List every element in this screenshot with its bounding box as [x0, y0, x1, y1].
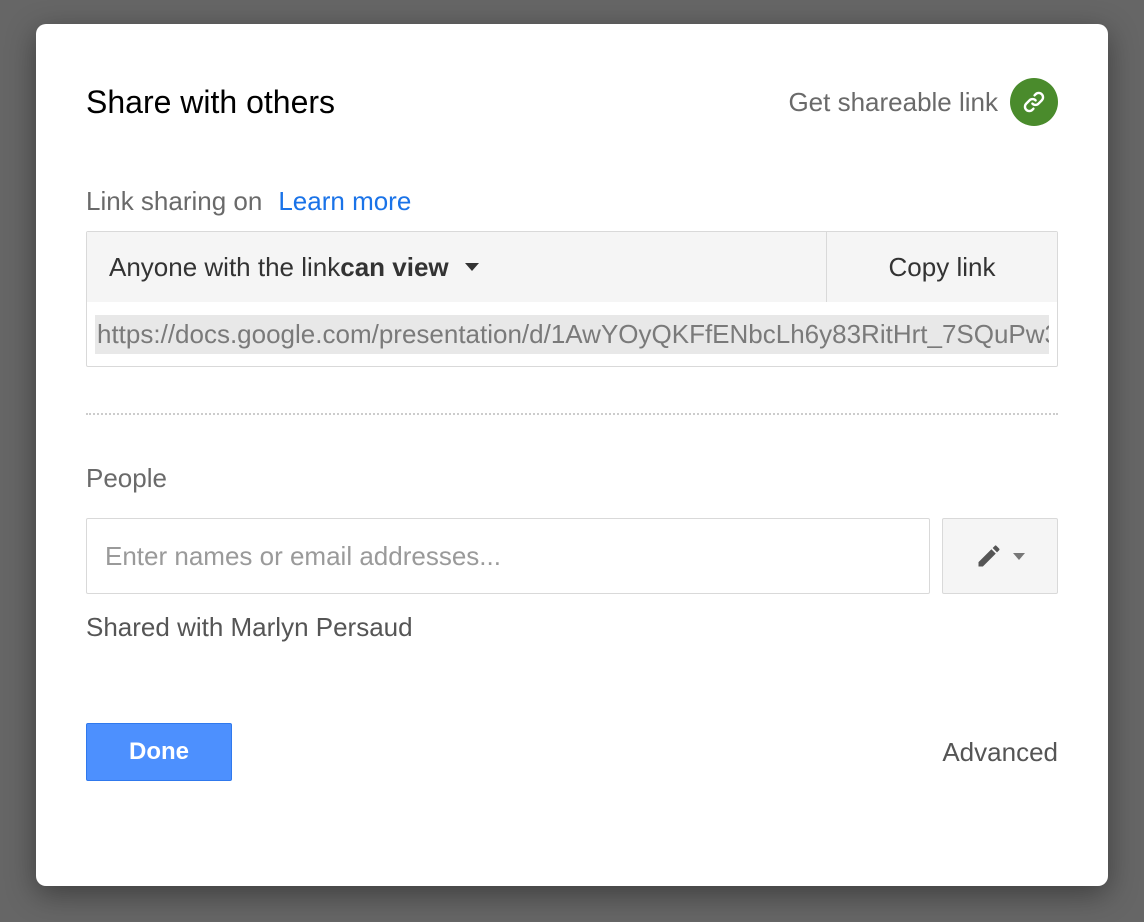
people-input-row — [86, 518, 1058, 594]
people-permission-button[interactable] — [942, 518, 1058, 594]
people-section-label: People — [86, 463, 1058, 494]
get-shareable-link-button[interactable]: Get shareable link — [788, 78, 1058, 126]
link-sharing-status-row: Link sharing on Learn more — [86, 186, 1058, 217]
chevron-down-icon — [1013, 553, 1025, 560]
learn-more-link[interactable]: Learn more — [278, 186, 411, 217]
link-permission-dropdown[interactable]: Anyone with the link can view — [87, 232, 827, 302]
pencil-icon — [975, 542, 1003, 570]
link-sharing-status: Link sharing on — [86, 186, 262, 217]
done-button[interactable]: Done — [86, 723, 232, 781]
share-url-text[interactable]: https://docs.google.com/presentation/d/1… — [95, 315, 1049, 354]
link-icon — [1010, 78, 1058, 126]
permission-level: can view — [340, 252, 448, 283]
shared-with-text: Shared with Marlyn Persaud — [86, 612, 1058, 643]
copy-link-button[interactable]: Copy link — [827, 232, 1057, 302]
advanced-link[interactable]: Advanced — [942, 737, 1058, 768]
section-divider — [86, 413, 1058, 415]
share-dialog: Share with others Get shareable link Lin… — [36, 24, 1108, 886]
permission-prefix: Anyone with the link — [109, 252, 340, 283]
dialog-title: Share with others — [86, 84, 335, 121]
copy-link-label: Copy link — [889, 252, 996, 283]
people-input[interactable] — [86, 518, 930, 594]
dialog-header: Share with others Get shareable link — [86, 78, 1058, 126]
shareable-link-label: Get shareable link — [788, 87, 998, 118]
link-sharing-controls: Anyone with the link can view Copy link — [87, 232, 1057, 302]
dialog-footer: Done Advanced — [86, 723, 1058, 781]
share-url-row: https://docs.google.com/presentation/d/1… — [87, 302, 1057, 366]
link-sharing-box: Anyone with the link can view Copy link … — [86, 231, 1058, 367]
chevron-down-icon — [465, 263, 479, 271]
